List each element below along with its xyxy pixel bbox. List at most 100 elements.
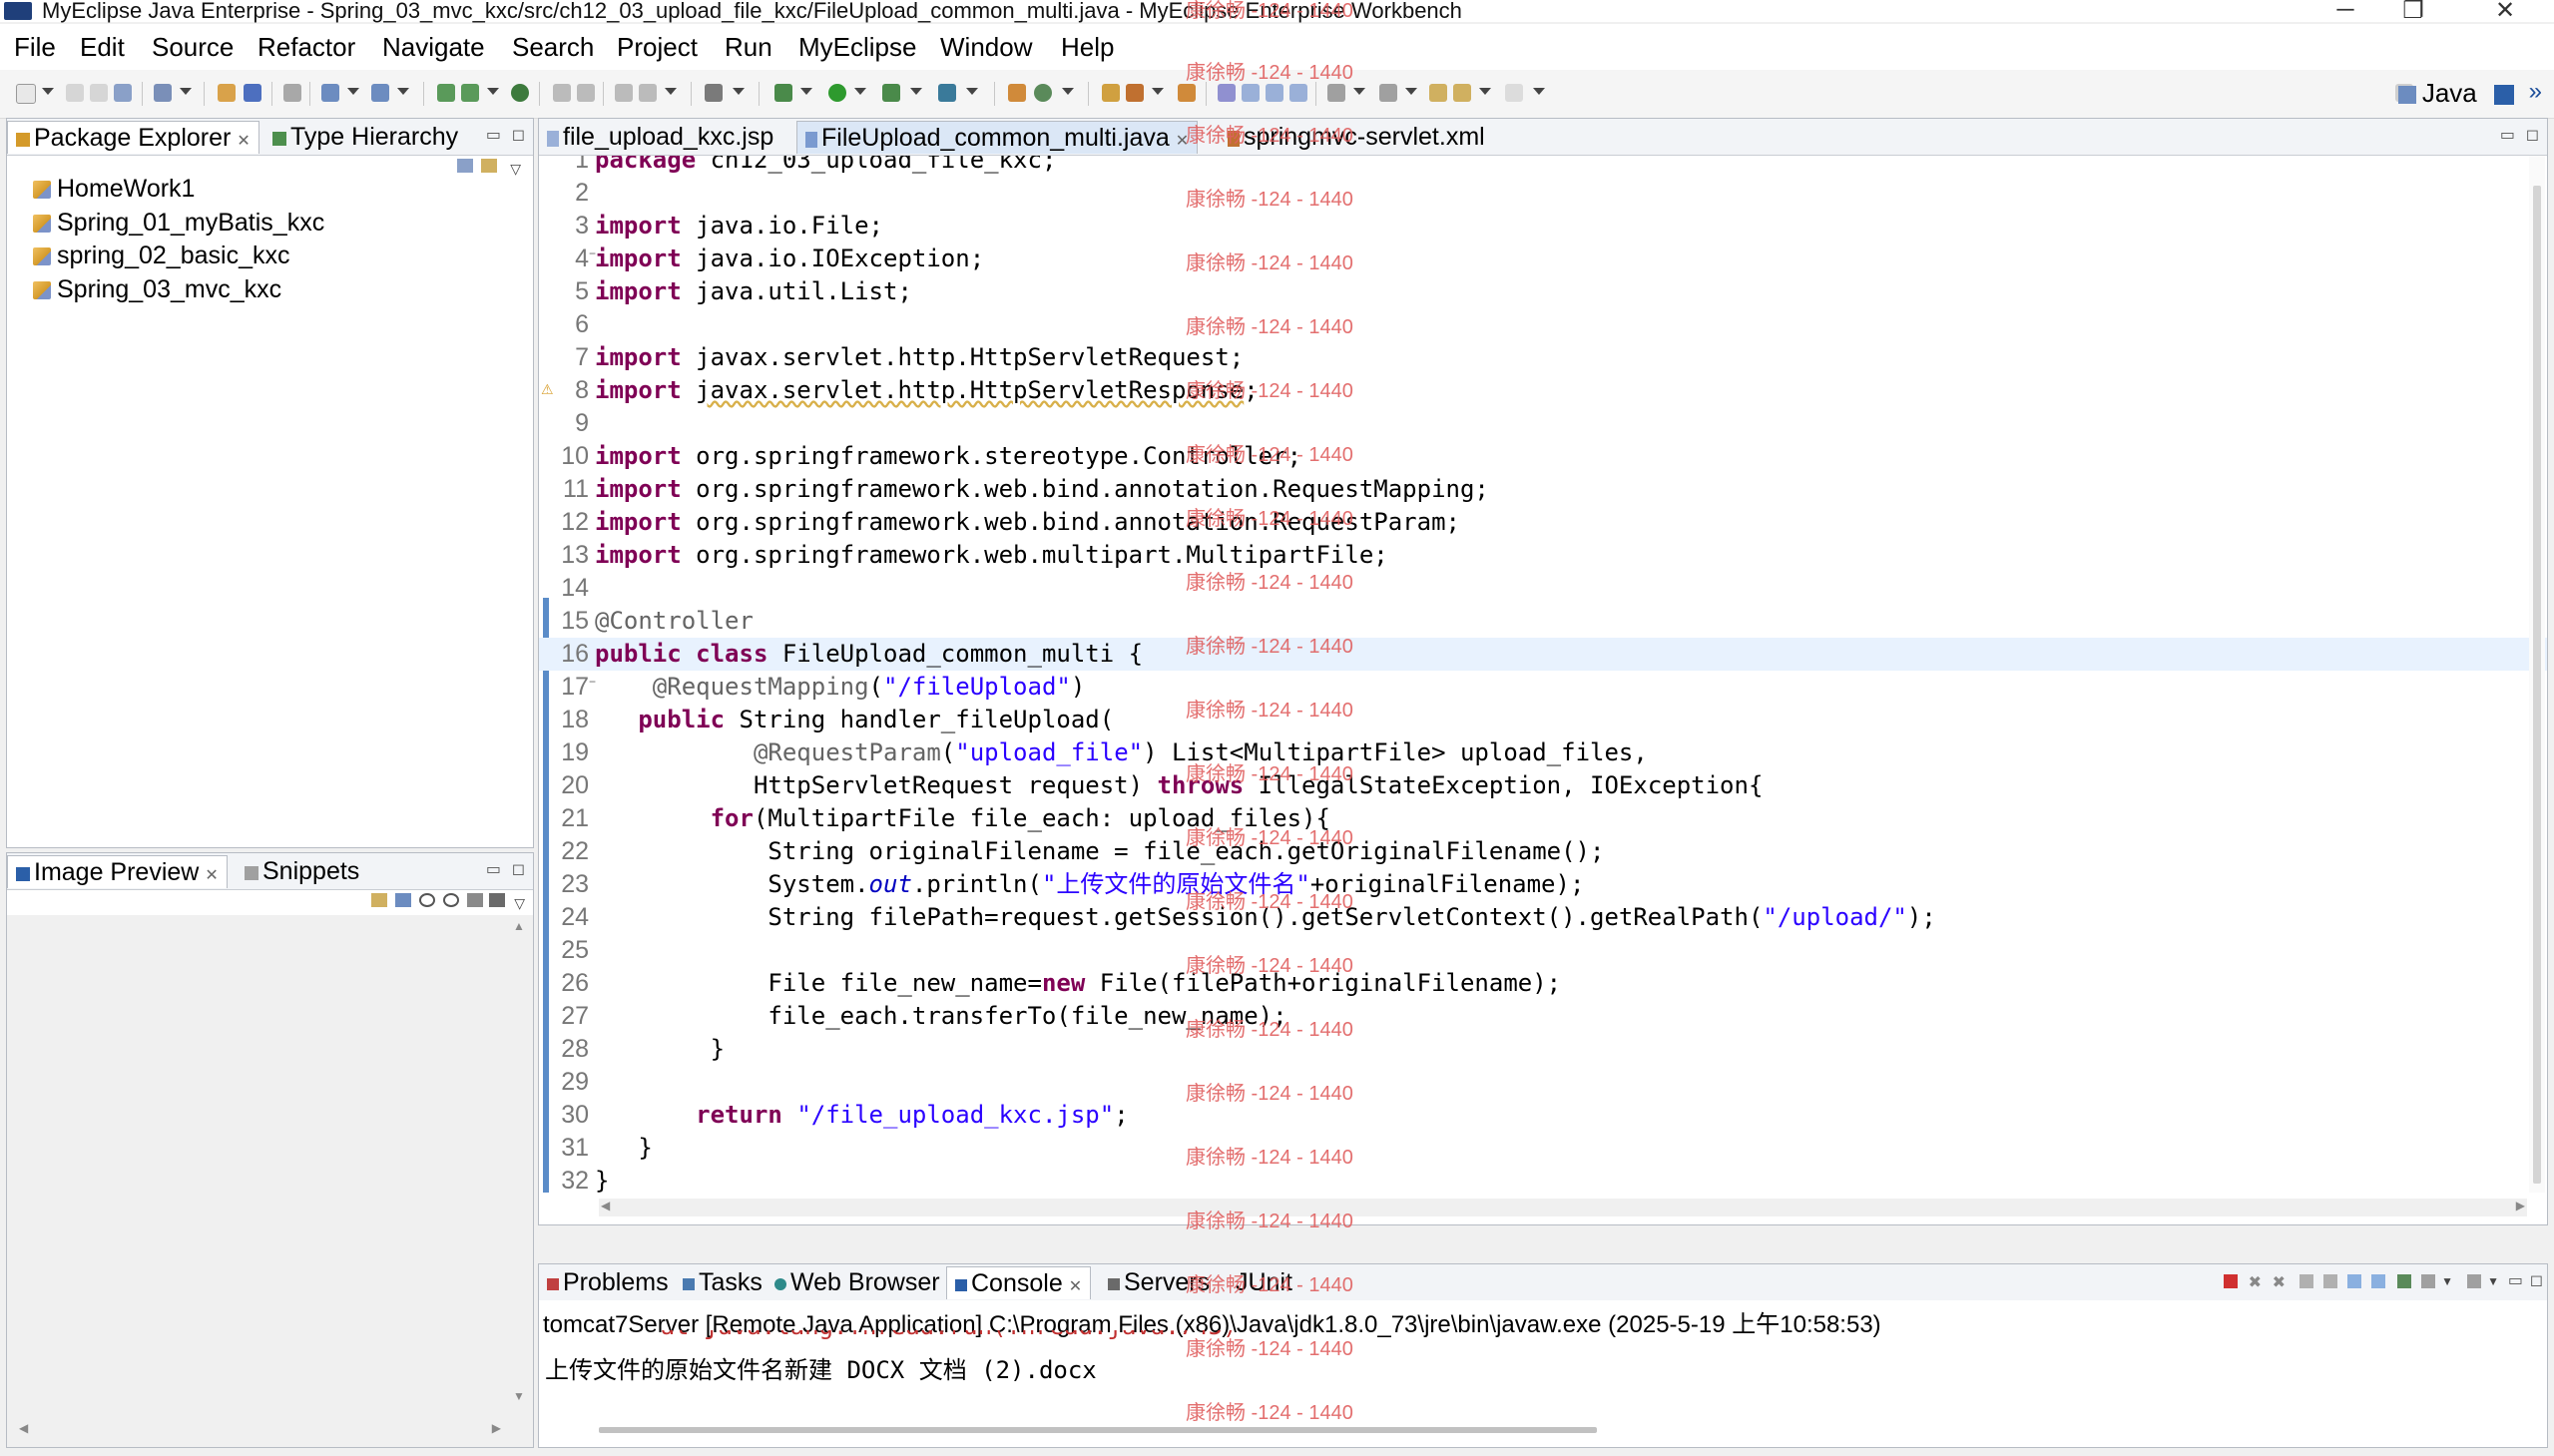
- code-line[interactable]: 14: [539, 572, 2547, 605]
- tab-console[interactable]: Console ✕: [946, 1266, 1092, 1299]
- annotation-icon[interactable]: [1218, 84, 1236, 102]
- open-folder-icon[interactable]: [1102, 84, 1120, 102]
- zoom-out-icon[interactable]: [443, 893, 459, 907]
- code-line[interactable]: 28 }: [539, 1033, 2547, 1066]
- tree-item-project[interactable]: Spring_01_myBatis_kxc: [33, 209, 324, 238]
- code-line[interactable]: 15 @Controller: [539, 605, 2547, 638]
- scroll-lock-icon[interactable]: [2323, 1274, 2337, 1288]
- tab-springmvc-servlet-xml[interactable]: springmvc-servlet.xml: [1220, 121, 1493, 153]
- print-icon[interactable]: [114, 84, 132, 102]
- scroll-down-icon[interactable]: ▼: [513, 1389, 525, 1403]
- next-annotation-icon[interactable]: [1327, 84, 1345, 102]
- last-edit-icon[interactable]: [1505, 84, 1523, 102]
- show-on-stdout-icon[interactable]: [2347, 1274, 2361, 1288]
- debug-dropdown-icon[interactable]: [800, 88, 812, 95]
- report-dropdown-icon[interactable]: [665, 88, 677, 95]
- new-icon[interactable]: [16, 84, 36, 104]
- tab-servers[interactable]: Servers: [1100, 1266, 1218, 1298]
- view-menu-icon[interactable]: ▽: [514, 895, 525, 912]
- code-line[interactable]: 30 return "/file_upload_kxc.jsp";: [539, 1099, 2547, 1132]
- original-size-icon[interactable]: [467, 893, 483, 907]
- minimize-view-icon[interactable]: ▭: [486, 859, 501, 879]
- menu-help[interactable]: Help: [1061, 32, 1114, 63]
- external-tools-dropdown-icon[interactable]: [966, 88, 978, 95]
- pencil-icon[interactable]: [1126, 84, 1144, 102]
- maximize-editor-icon[interactable]: ◻: [2526, 125, 2539, 145]
- tree-item-project[interactable]: spring_02_basic_kxc: [33, 242, 289, 270]
- editor-horizontal-scrollbar[interactable]: ◀ ▶: [599, 1199, 2527, 1216]
- server-dropdown-icon[interactable]: [180, 88, 192, 95]
- code-line[interactable]: 7 import javax.servlet.http.HttpServletRe…: [539, 341, 2547, 374]
- web-dropdown-icon[interactable]: [397, 88, 409, 95]
- minimize-view-icon[interactable]: ▭: [2508, 1270, 2523, 1290]
- myeclipse-perspective-icon[interactable]: [2494, 85, 2514, 105]
- collapse-all-icon[interactable]: [457, 159, 473, 173]
- run-server-dropdown-icon[interactable]: [487, 88, 499, 95]
- save-all-icon[interactable]: [90, 84, 108, 102]
- pin-console-icon[interactable]: [2397, 1274, 2411, 1288]
- web-icon[interactable]: [371, 84, 389, 102]
- code-line[interactable]: 32}: [539, 1165, 2547, 1193]
- save-icon[interactable]: [66, 84, 84, 102]
- code-line[interactable]: 3 import java.io.File;: [539, 210, 2547, 243]
- code-line-current[interactable]: 16 public class FileUpload_common_multi {: [539, 638, 2547, 671]
- remove-launch-icon[interactable]: ✖: [2249, 1272, 2262, 1292]
- tab-fileupload-java[interactable]: FileUpload_common_multi.java ✕: [796, 121, 1199, 154]
- menu-refactor[interactable]: Refactor: [257, 32, 355, 63]
- minimize-editor-icon[interactable]: ▭: [2500, 125, 2515, 145]
- show-on-stderr-icon[interactable]: [2371, 1274, 2385, 1288]
- display-console-dropdown-icon[interactable]: ▼: [2441, 1274, 2453, 1288]
- menu-source[interactable]: Source: [152, 32, 234, 63]
- code-line[interactable]: 19 @RequestParam("upload_file") List<Mul…: [539, 736, 2547, 769]
- fit-image-icon[interactable]: [395, 893, 411, 907]
- scroll-left-icon[interactable]: ◀: [19, 1421, 28, 1435]
- image-icon[interactable]: [615, 84, 633, 102]
- editor-overview-ruler[interactable]: [2529, 156, 2545, 1193]
- terminate-icon[interactable]: [2224, 1274, 2238, 1288]
- tab-image-preview[interactable]: Image Preview ✕: [7, 855, 228, 888]
- code-line[interactable]: 24 String filePath=request.getSession().…: [539, 901, 2547, 934]
- scroll-left-icon[interactable]: ◀: [601, 1199, 610, 1213]
- minimize-button[interactable]: ─: [2325, 0, 2365, 24]
- close-tab-icon[interactable]: ✕: [237, 133, 250, 150]
- code-line[interactable]: 11 import org.springframework.web.bind.an…: [539, 473, 2547, 506]
- view-menu-icon[interactable]: ▽: [510, 161, 521, 178]
- tab-web-browser[interactable]: Web Browser: [766, 1266, 948, 1298]
- tab-problems[interactable]: Problems: [539, 1266, 677, 1298]
- scroll-up-icon[interactable]: ▲: [513, 919, 525, 933]
- code-editor[interactable]: 1 package ch12_03_upload_file_kxc; 2 3 imp…: [539, 156, 2547, 1193]
- code-line[interactable]: 5 import java.util.List;: [539, 275, 2547, 308]
- forward-icon[interactable]: [1453, 84, 1471, 102]
- previous-annotation-dropdown-icon[interactable]: [1405, 88, 1417, 95]
- close-button[interactable]: ✕: [2485, 0, 2525, 25]
- open-console-dropdown-icon[interactable]: ▼: [2487, 1274, 2499, 1288]
- code-line[interactable]: 6: [539, 308, 2547, 341]
- new-dropdown-icon[interactable]: [42, 88, 54, 95]
- maximize-view-icon[interactable]: ◻: [512, 859, 525, 879]
- tab-tasks[interactable]: Tasks: [675, 1266, 770, 1298]
- open-task-icon[interactable]: [577, 84, 595, 102]
- show-whitespace-icon[interactable]: [1289, 84, 1307, 102]
- run-server-icon[interactable]: [461, 84, 479, 102]
- remove-all-launches-icon[interactable]: ✖: [2273, 1272, 2286, 1292]
- block-selection-icon[interactable]: [1266, 84, 1283, 102]
- warning-marker-icon[interactable]: ⚠: [541, 381, 554, 398]
- report-icon[interactable]: [639, 84, 657, 102]
- code-line[interactable]: 20 HttpServletRequest request) throws Il…: [539, 769, 2547, 802]
- menu-navigate[interactable]: Navigate: [382, 32, 485, 63]
- tab-type-hierarchy[interactable]: Type Hierarchy: [264, 121, 466, 153]
- editor-scroll-thumb[interactable]: [2533, 186, 2541, 1184]
- open-resource-icon[interactable]: [1178, 84, 1196, 102]
- class-icon[interactable]: [244, 84, 261, 102]
- new-server-icon[interactable]: [154, 84, 172, 102]
- console-output[interactable]: tomcat7Server [Remote Java Application] …: [539, 1300, 2547, 1447]
- previous-annotation-icon[interactable]: [1379, 84, 1397, 102]
- debug-icon[interactable]: [774, 84, 792, 102]
- manage-deployments-icon[interactable]: [437, 84, 455, 102]
- coverage-icon[interactable]: [882, 84, 900, 102]
- menu-window[interactable]: Window: [940, 32, 1032, 63]
- last-edit-dropdown-icon[interactable]: [1533, 88, 1545, 95]
- link-with-editor-icon[interactable]: [481, 159, 497, 173]
- menu-run[interactable]: Run: [725, 32, 772, 63]
- menu-project[interactable]: Project: [617, 32, 698, 63]
